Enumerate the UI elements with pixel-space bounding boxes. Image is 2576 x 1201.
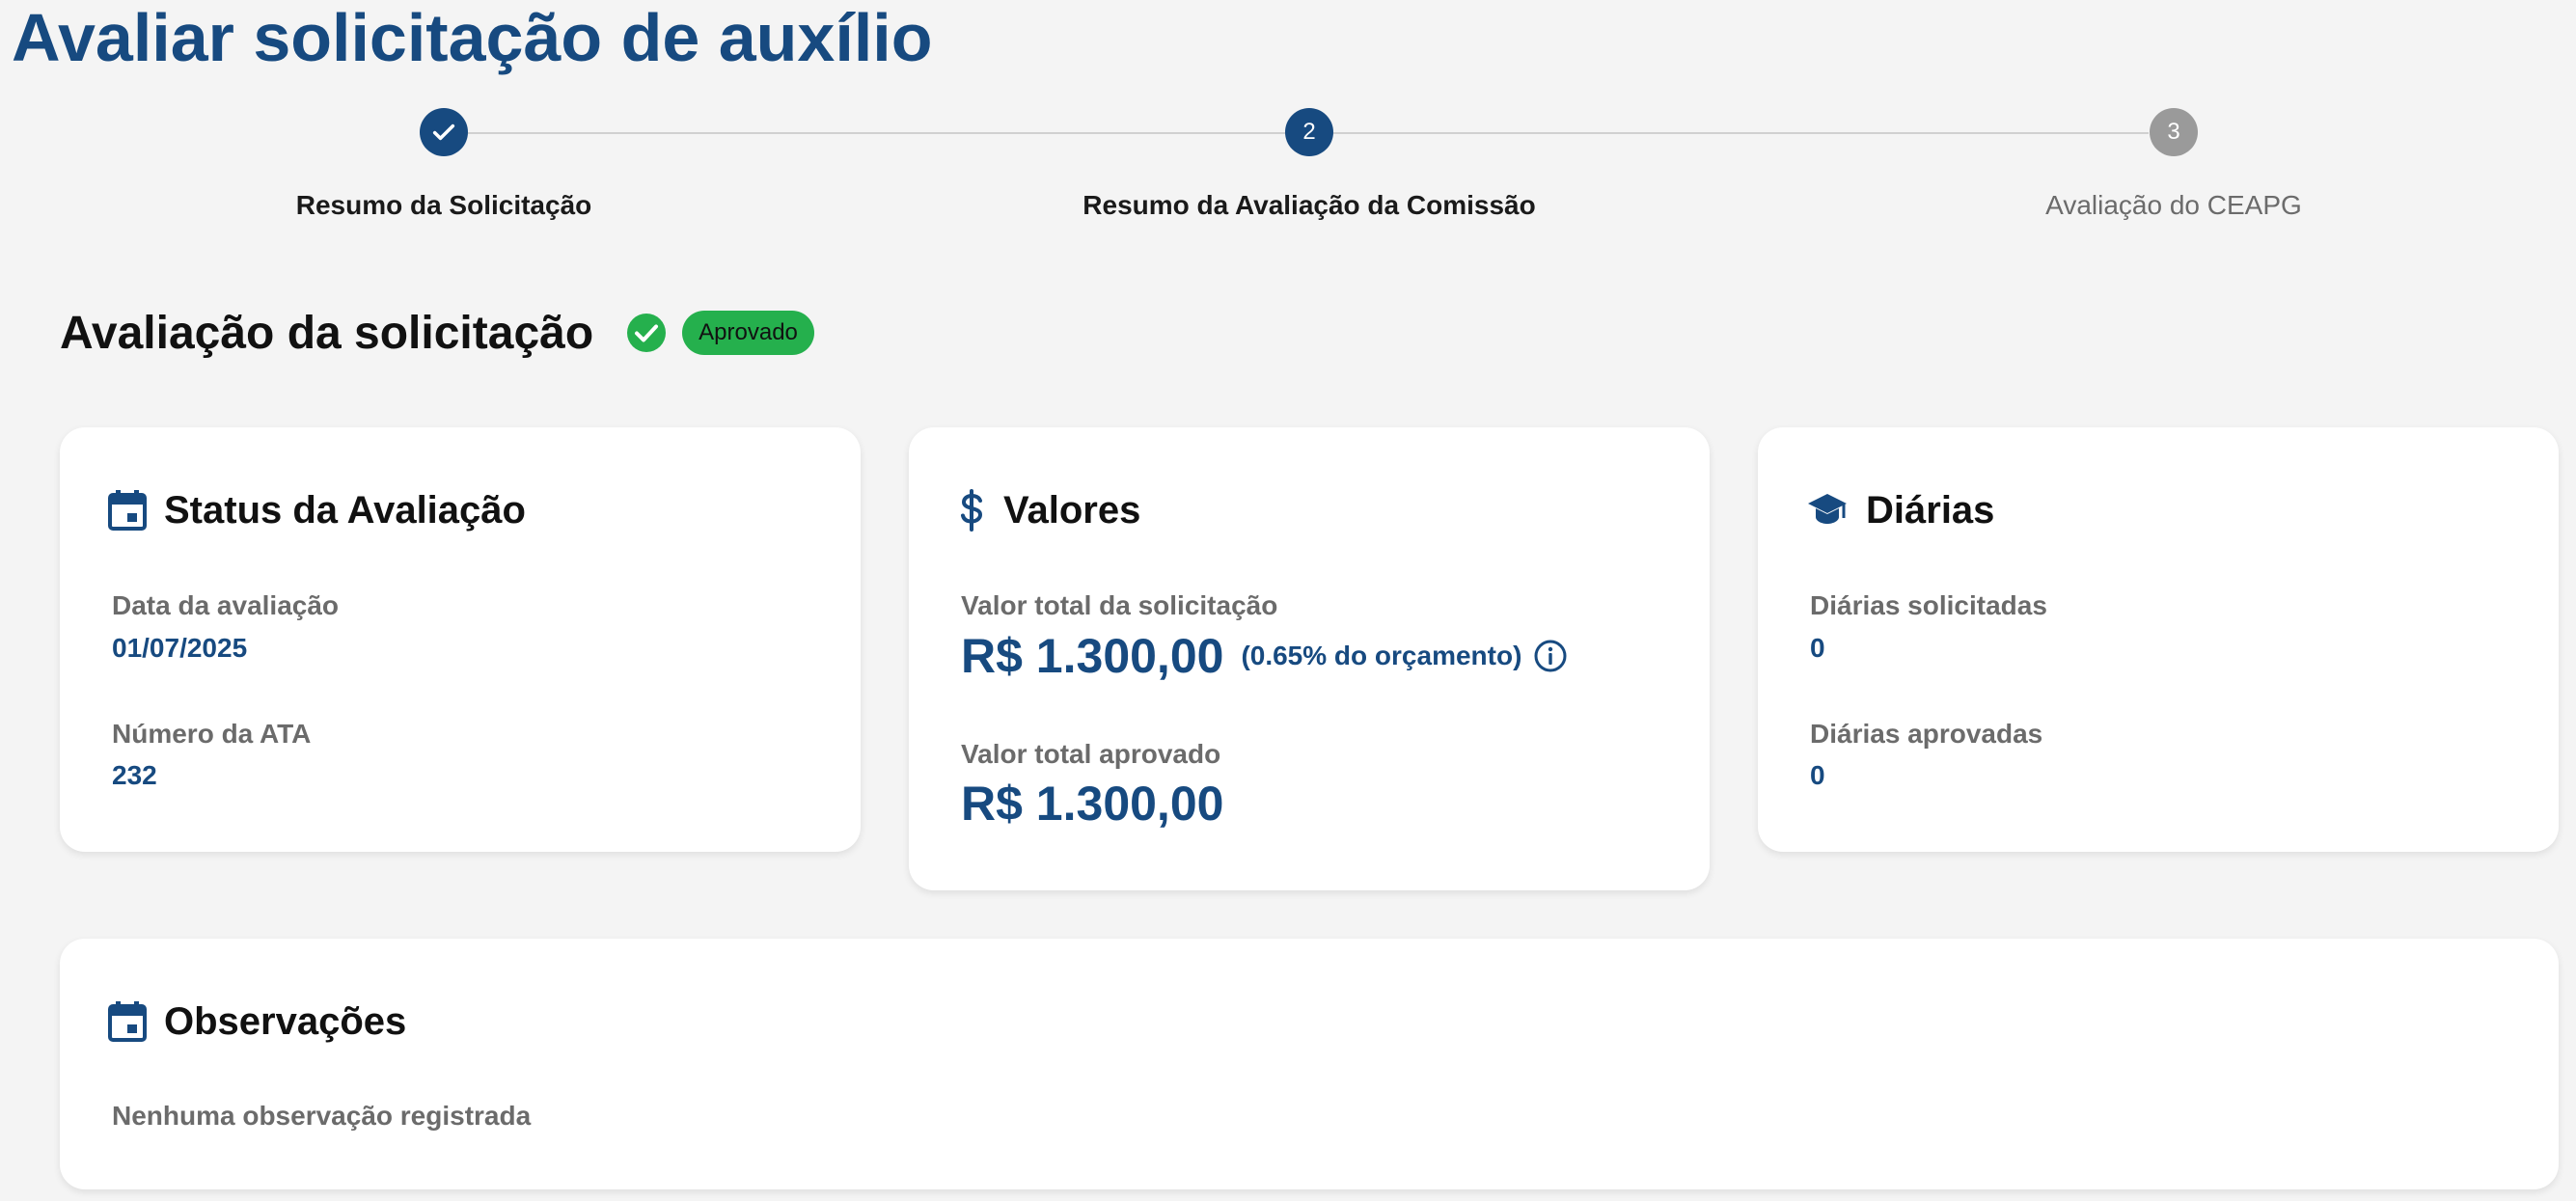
step-done-check-icon	[420, 108, 468, 156]
info-icon[interactable]	[1533, 639, 1568, 673]
check-circle-icon	[627, 314, 667, 352]
card-title: Observações	[164, 999, 407, 1043]
total-requested-label: Valor total da solicitação	[961, 590, 1278, 620]
total-approved-value: R$ 1.300,00	[961, 777, 1224, 831]
evaluation-header: Avaliação da solicitação Aprovado	[60, 299, 814, 367]
step-label: Avaliação do CEAPG	[2045, 190, 2302, 220]
values-card: Valores Valor total da solicitação R$ 1.…	[909, 427, 1710, 890]
card-header: Valores	[957, 487, 1140, 533]
page-title: Avaliar solicitação de auxílio	[12, 0, 933, 75]
stepper-connector	[468, 132, 1286, 134]
card-header: Status da Avaliação	[108, 487, 526, 533]
section-title: Avaliação da solicitação	[60, 307, 594, 359]
requested-label: Diárias solicitadas	[1810, 590, 2047, 620]
step-label: Resumo da Avaliação da Comissão	[1082, 190, 1536, 220]
requested-value: 0	[1810, 633, 1825, 663]
date-label: Data da avaliação	[112, 590, 340, 620]
dollar-icon	[961, 489, 983, 532]
observations-card: Observações Nenhuma observação registrad…	[60, 939, 2559, 1189]
status-badge: Aprovado	[682, 311, 814, 355]
card-header: Observações	[108, 998, 406, 1045]
graduation-cap-icon	[1808, 494, 1847, 524]
card-header: Diárias	[1806, 487, 1994, 533]
ata-value: 232	[112, 760, 157, 790]
approved-value: 0	[1810, 760, 1825, 790]
card-title: Valores	[1003, 488, 1141, 532]
card-title: Status da Avaliação	[164, 488, 526, 532]
status-card: Status da Avaliação Data da avaliação 01…	[60, 427, 861, 852]
total-approved-label: Valor total aprovado	[961, 739, 1221, 769]
total-requested-value: R$ 1.300,00	[961, 629, 1224, 683]
budget-percentage: (0.65% do orçamento)	[1241, 641, 1522, 670]
approved-label: Diárias aprovadas	[1810, 719, 2043, 749]
step-label: Resumo da Solicitação	[295, 190, 592, 220]
card-title: Diárias	[1866, 488, 1995, 532]
total-requested-row: R$ 1.300,00 (0.65% do orçamento)	[961, 628, 1568, 684]
diarias-card: Diárias Diárias solicitadas 0 Diárias ap…	[1758, 427, 2559, 852]
date-value: 01/07/2025	[112, 633, 248, 663]
empty-observations-text: Nenhuma observação registrada	[112, 1101, 532, 1131]
calendar-icon	[108, 1001, 147, 1042]
stepper: Resumo da Solicitação 2 Resumo da Avalia…	[0, 108, 2576, 233]
stepper-connector	[1332, 132, 2149, 134]
step-number: 2	[1285, 108, 1333, 156]
calendar-icon	[108, 490, 147, 531]
ata-label: Número da ATA	[112, 719, 312, 749]
step-number: 3	[2150, 108, 2198, 156]
